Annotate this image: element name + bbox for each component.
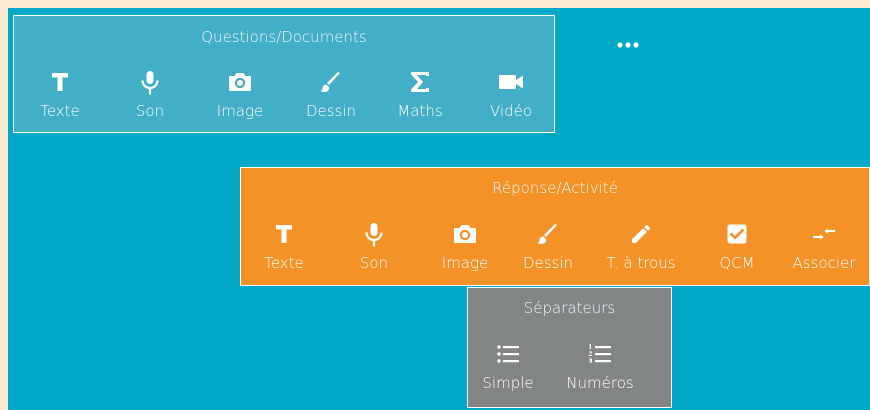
tool-label: T. à trous [606, 254, 676, 272]
microphone-icon [346, 222, 402, 250]
separators-panel: Séparateurs Simple Numéros [467, 287, 672, 408]
q-text-tool-button[interactable]: Texte [34, 70, 86, 120]
tool-label: QCM [719, 254, 755, 272]
numbered-list-icon [560, 342, 640, 370]
q-image-tool-button[interactable]: Image [209, 70, 271, 120]
checkbox-icon [711, 222, 763, 250]
numbered-separator-button[interactable]: Numéros [560, 342, 640, 392]
tool-label: Simple [482, 374, 534, 392]
tool-label: Texte [264, 254, 304, 272]
camera-icon [433, 222, 497, 250]
panel-title: Réponse/Activité [492, 179, 618, 197]
tool-label: Son [359, 254, 389, 272]
sigma-icon [392, 70, 448, 98]
r-mcq-tool-button[interactable]: QCM [711, 222, 763, 272]
q-video-tool-button[interactable]: Vidéo [482, 70, 540, 120]
tool-label: Son [135, 102, 165, 120]
tool-label: Texte [40, 102, 80, 120]
arrows-join-icon [787, 222, 861, 250]
r-image-tool-button[interactable]: Image [433, 222, 497, 272]
panel-title: Questions/Documents [201, 28, 367, 46]
r-fill-blanks-tool-button[interactable]: T. à trous [599, 222, 683, 272]
r-drawing-tool-button[interactable]: Dessin [513, 222, 583, 272]
more-dots-icon [617, 42, 639, 48]
r-match-tool-button[interactable]: Associer [787, 222, 861, 272]
tool-label: Image [441, 254, 489, 272]
response-activity-panel: Réponse/Activité Texte Son Image Dessin … [240, 167, 870, 286]
brush-icon [513, 222, 583, 250]
tool-label: Vidéo [489, 102, 533, 120]
bulleted-list-icon [478, 342, 538, 370]
tool-label: Numéros [566, 374, 634, 392]
text-icon [34, 70, 86, 98]
microphone-icon [122, 70, 178, 98]
pencil-icon [599, 222, 683, 250]
tool-label: Associer [792, 254, 856, 272]
tool-label: Dessin [305, 102, 357, 120]
r-sound-tool-button[interactable]: Son [346, 222, 402, 272]
simple-separator-button[interactable]: Simple [478, 342, 538, 392]
text-icon [257, 222, 311, 250]
r-text-tool-button[interactable]: Texte [257, 222, 311, 272]
video-camera-icon [482, 70, 540, 98]
q-sound-tool-button[interactable]: Son [122, 70, 178, 120]
q-drawing-tool-button[interactable]: Dessin [298, 70, 364, 120]
questions-documents-panel: Questions/Documents Texte Son Image Dess… [13, 15, 555, 133]
more-options-button[interactable] [612, 35, 644, 55]
camera-icon [209, 70, 271, 98]
q-maths-tool-button[interactable]: Maths [392, 70, 448, 120]
tool-label: Maths [397, 102, 443, 120]
panel-title: Séparateurs [523, 299, 616, 317]
tool-label: Dessin [522, 254, 574, 272]
brush-icon [298, 70, 364, 98]
tool-label: Image [216, 102, 264, 120]
